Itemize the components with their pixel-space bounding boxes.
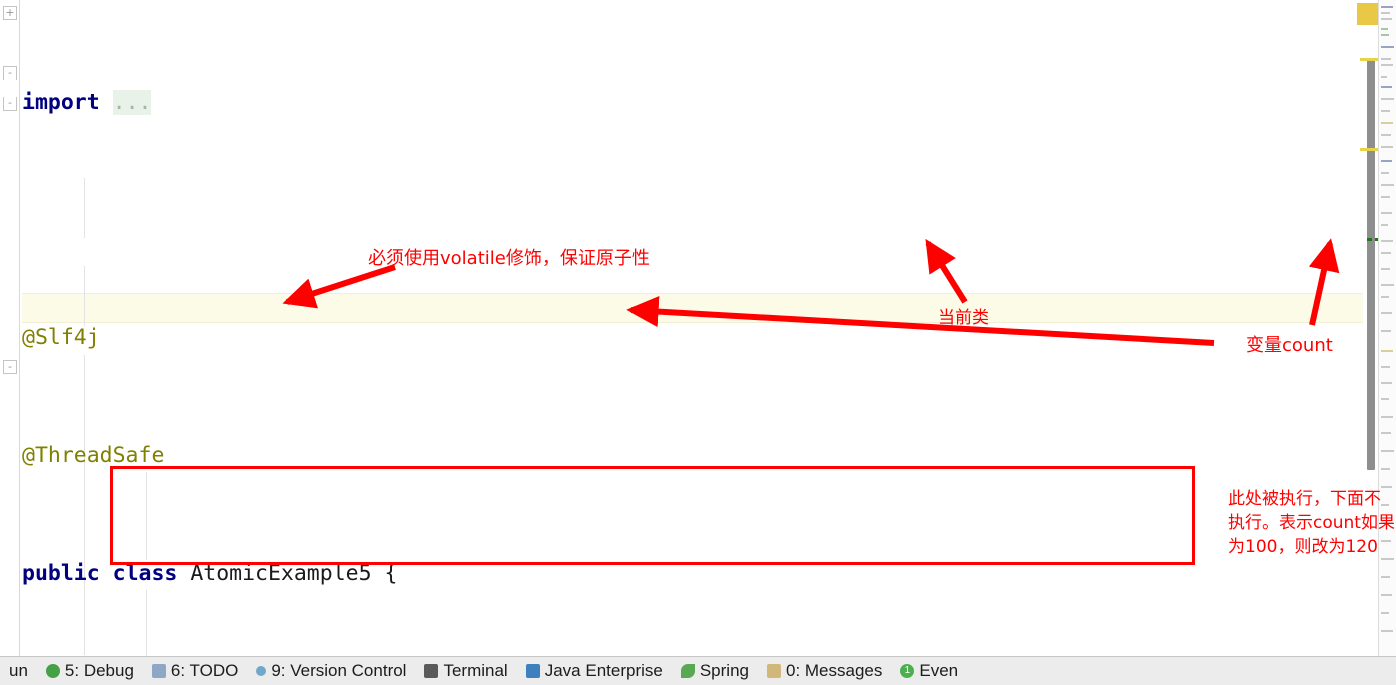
run-label: un (9, 661, 28, 680)
statusbar-item-run[interactable]: un (0, 657, 37, 685)
editor-scrollbar-thumb[interactable] (1367, 60, 1375, 470)
keyword-public: public (22, 560, 100, 586)
fold-collapse-icon-1[interactable]: - (3, 66, 17, 80)
todo-icon (151, 664, 166, 678)
fold-collapse-icon-2[interactable]: - (3, 97, 17, 111)
terminal-label: Terminal (443, 661, 508, 680)
code-line-import[interactable]: import ... (22, 88, 1213, 117)
folded-imports-placeholder[interactable]: ... (112, 90, 152, 116)
messages-label: 0: Messages (785, 661, 883, 680)
todo-label: 6: TODO (170, 661, 239, 680)
java-icon (525, 664, 540, 678)
version-control-label: 9: Version Control (271, 661, 407, 680)
gutter-divider (19, 0, 20, 657)
statusbar-item-debug[interactable]: 5: Debug (37, 657, 143, 685)
inspection-status-marker[interactable] (1357, 3, 1379, 25)
editor-gutter[interactable]: + - - - (0, 0, 22, 657)
statusbar-item-todo[interactable]: 6: TODO (143, 657, 247, 685)
branch-icon (256, 666, 267, 676)
statusbar-item-java-enterprise[interactable]: Java Enterprise (517, 657, 672, 685)
messages-icon (766, 664, 781, 678)
code-line-slf4j[interactable]: @Slf4j (22, 323, 1213, 352)
annotation-slf4j: @Slf4j (22, 325, 100, 351)
statusbar-item-terminal[interactable]: Terminal (415, 657, 516, 685)
statusbar-item-spring[interactable]: Spring (672, 657, 758, 685)
terminal-icon (424, 664, 439, 678)
spring-label: Spring (699, 661, 749, 680)
statusbar-item-event-log[interactable]: 1 Even (891, 657, 967, 685)
annotation-var-count-note: 变量count (1246, 335, 1333, 356)
event-log-label: Even (919, 661, 959, 680)
annotation-current-class-note: 当前类 (938, 308, 989, 328)
event-icon: 1 (900, 664, 915, 678)
fold-expand-icon[interactable]: + (3, 6, 17, 20)
annotation-execution-note: 此处被执行，下面不执行。表示count如果为100，则改为120 (1228, 489, 1395, 557)
java-enterprise-label: Java Enterprise (544, 661, 663, 680)
highlight-box-first-cas (110, 466, 1195, 565)
keyword-import: import (22, 90, 100, 116)
bug-icon (45, 664, 60, 678)
statusbar-item-version-control[interactable]: 9: Version Control (247, 657, 415, 685)
annotation-threadsafe: @ThreadSafe (22, 443, 165, 469)
spring-leaf-icon (680, 664, 695, 678)
annotation-volatile-note: 必须使用volatile修饰，保证原子性 (368, 248, 650, 269)
fold-collapse-icon-3[interactable]: - (3, 360, 17, 374)
vcs-change-marker[interactable] (1367, 238, 1372, 241)
debug-label: 5: Debug (64, 661, 134, 680)
bottom-tool-window-bar[interactable]: un 5: Debug 6: TODO 9: Version Control T… (0, 656, 1396, 685)
statusbar-item-messages[interactable]: 0: Messages (758, 657, 891, 685)
